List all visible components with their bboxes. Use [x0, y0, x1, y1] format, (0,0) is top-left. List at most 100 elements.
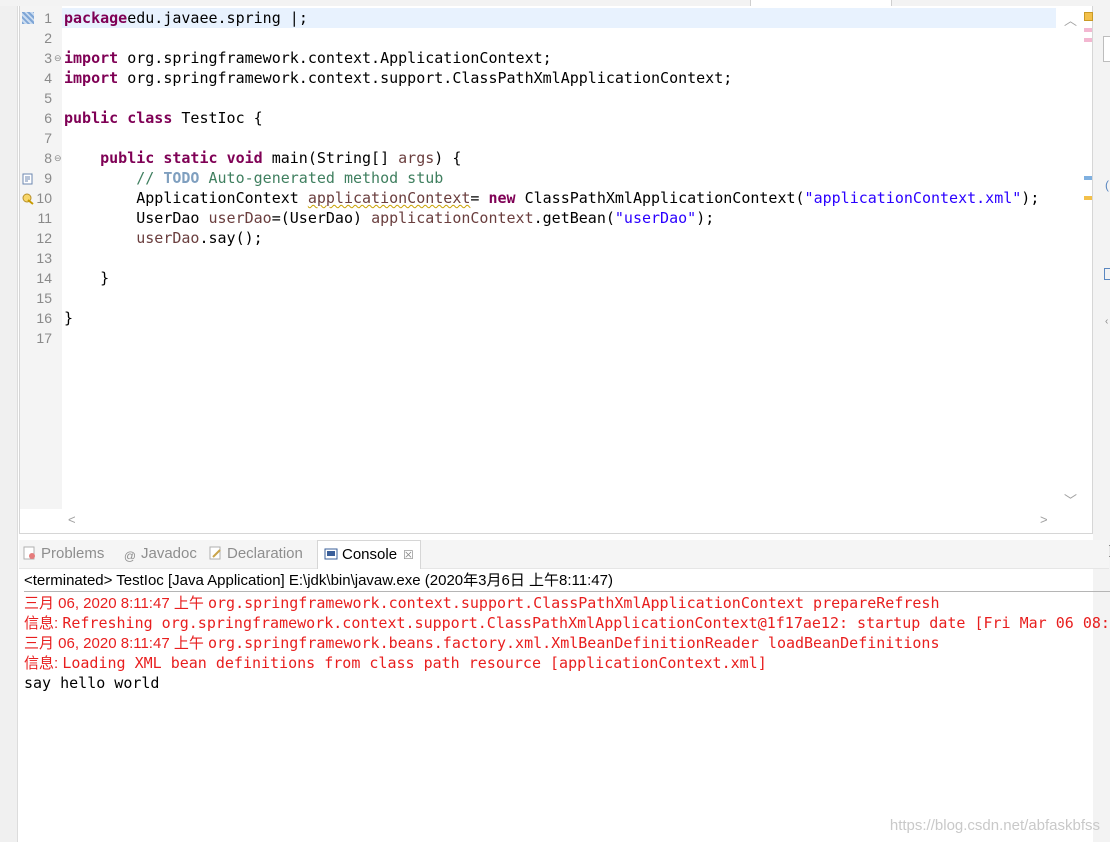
line-number: 13 [36, 250, 52, 266]
code-token: import [64, 49, 119, 67]
line-number: 14 [36, 270, 52, 286]
code-token: = [470, 189, 489, 207]
code-token: package [64, 9, 128, 27]
code-token: ; [298, 9, 308, 27]
code-line[interactable]: } [64, 308, 73, 328]
code-token: args [398, 149, 435, 167]
log-text: org.springframework.context.support.Clas… [208, 594, 940, 612]
code-line[interactable]: public class TestIoc { [64, 108, 263, 128]
line-number: 5 [44, 90, 52, 106]
code-token: "applicationContext.xml" [804, 189, 1022, 207]
code-token: ApplicationContext [64, 189, 308, 207]
code-token: void [226, 149, 263, 167]
line-number: 2 [44, 30, 52, 46]
code-token: class [127, 109, 173, 127]
code-token: main(String[] [262, 149, 399, 167]
code-area[interactable]: packageedu.javaee.spring |; import org.sp… [64, 6, 1054, 509]
log-prefix: 信息: [24, 615, 63, 632]
overview-marker[interactable] [1084, 38, 1092, 42]
code-line[interactable]: packageedu.javaee.spring |; [64, 8, 308, 28]
tab-declaration[interactable]: Declaration [209, 540, 303, 568]
fold-toggle-icon[interactable]: ⊖ [54, 148, 62, 168]
bottom-panel-tabs: Problems @ Javadoc Declaration Console ☒ [19, 540, 1109, 569]
code-line[interactable]: import org.springframework.context.suppo… [64, 68, 732, 88]
code-token: TestIoc { [172, 109, 263, 127]
code-line[interactable]: UserDao userDao=(UserDao) applicationCon… [64, 208, 714, 228]
line-number: 4 [44, 70, 52, 86]
log-text: org.springframework.beans.factory.xml.Xm… [208, 634, 940, 652]
line-number: 6 [44, 110, 52, 126]
close-icon[interactable]: ☒ [403, 548, 414, 562]
outline-icon[interactable]: ( [1105, 178, 1109, 192]
log-text: say hello world [24, 674, 160, 692]
warning-lightbulb-icon[interactable] [22, 192, 34, 205]
tab-problems[interactable]: Problems [23, 540, 104, 568]
tab-label: Declaration [227, 545, 303, 562]
tab-label: Problems [41, 545, 105, 562]
bookmark-icon[interactable] [22, 12, 34, 24]
code-token: public [100, 149, 155, 167]
code-line[interactable]: ApplicationContext applicationContext= n… [64, 188, 1039, 208]
code-token: org.springframework.context.support.Clas… [118, 69, 733, 87]
declaration-icon [209, 546, 221, 560]
code-token: new [488, 189, 516, 207]
code-token: static [163, 149, 218, 167]
code-line[interactable]: public static void main(String[] args) { [64, 148, 461, 168]
code-token: userDao [136, 229, 200, 247]
code-token: ClassPathXmlApplicationContext( [515, 189, 805, 207]
scroll-right-arrow-icon[interactable]: > [1040, 512, 1048, 527]
code-token: .getBean( [533, 209, 615, 227]
code-token: ); [696, 209, 715, 227]
code-token: =(UserDao) [271, 209, 372, 227]
console-line: 信息: Refreshing org.springframework.conte… [24, 613, 1110, 634]
code-token: TODO [163, 169, 200, 187]
overview-marker[interactable] [1084, 28, 1092, 32]
console-icon [324, 548, 338, 560]
code-token: "userDao" [614, 209, 697, 227]
task-icon[interactable] [22, 172, 34, 185]
tab-console[interactable]: Console ☒ [317, 540, 421, 569]
line-number: 12 [36, 230, 52, 246]
console-line: 三月 06, 2020 8:11:47 上午 org.springframewo… [24, 633, 940, 654]
console-divider [24, 591, 1110, 592]
scroll-up-arrow-icon[interactable]: ︿ [1064, 10, 1077, 29]
console-process-header: <terminated> TestIoc [Java Application] … [24, 572, 613, 589]
log-prefix: 信息: [24, 655, 63, 672]
fold-toggle-icon[interactable]: ⊖ [54, 48, 62, 68]
tab-javadoc[interactable]: @ Javadoc [123, 540, 197, 568]
overview-task-marker[interactable] [1084, 176, 1092, 180]
code-token: public [64, 109, 119, 127]
code-line[interactable]: userDao.say(); [64, 228, 262, 248]
scroll-down-arrow-icon[interactable]: ﹀ [1064, 490, 1077, 509]
horizontal-scrollbar[interactable]: < > [62, 511, 1056, 531]
code-line[interactable]: // TODO Auto-generated method stub [64, 168, 443, 188]
problems-icon [23, 546, 35, 560]
code-token: | [289, 9, 299, 27]
scroll-left-arrow-icon[interactable]: < [68, 512, 76, 527]
code-token: applicationContext [307, 189, 471, 207]
chevron-icon[interactable]: ‹ [1105, 316, 1108, 327]
code-token: Auto-generated method stub [199, 169, 444, 187]
outline-toggle[interactable] [1103, 36, 1110, 62]
log-text: Loading XML bean definitions from class … [62, 654, 767, 672]
line-number: 7 [44, 130, 52, 146]
code-token: } [64, 309, 74, 327]
code-editor[interactable]: 1 2 3 ⊖ 4 5 6 7 8 ⊖ 9 10 11 12 13 14 15 16 17 packageedu.j… [19, 6, 1093, 534]
console-line: 信息: Loading XML bean definitions from cl… [24, 653, 767, 674]
vertical-scrollbar[interactable]: ︿ ﹀ [1058, 6, 1093, 509]
code-token: ) { [434, 149, 462, 167]
overview-warning-marker[interactable] [1084, 196, 1092, 200]
tab-label: Javadoc [141, 545, 197, 562]
tree-icon[interactable] [1104, 268, 1110, 280]
code-line[interactable]: import org.springframework.context.Appli… [64, 48, 552, 68]
line-number: 15 [36, 290, 52, 306]
code-line[interactable]: } [64, 268, 109, 288]
code-token: import [64, 69, 119, 87]
overview-warning-icon[interactable] [1084, 12, 1093, 21]
